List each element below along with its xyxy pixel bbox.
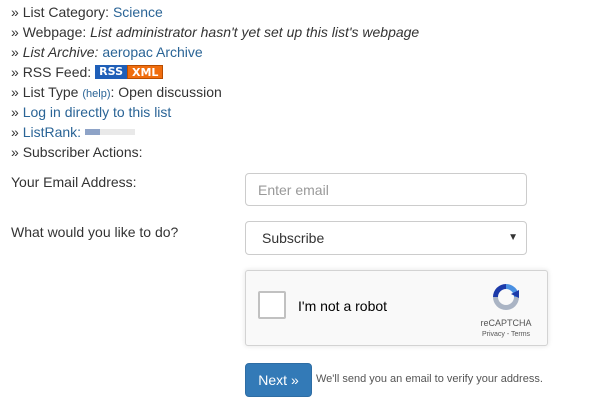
list-type-row: » List Type (help): Open discussion bbox=[11, 82, 601, 102]
list-type-colon: : bbox=[110, 84, 115, 100]
webpage-label: Webpage: bbox=[22, 24, 87, 40]
archive-label: List Archive: bbox=[22, 44, 99, 60]
category-row: » List Category: Science bbox=[11, 2, 601, 22]
bullet: » bbox=[11, 44, 19, 60]
subscriber-actions-label: Subscriber Actions: bbox=[22, 144, 143, 160]
verify-note: We'll send you an email to verify your a… bbox=[316, 373, 543, 385]
webpage-row: » Webpage: List administrator hasn't yet… bbox=[11, 22, 601, 42]
action-label: What would you like to do? bbox=[11, 224, 179, 240]
rss-row: » RSS Feed: RSS XML bbox=[11, 62, 601, 82]
recaptcha-widget: I'm not a robot reCAPTCHA Privacy - Term… bbox=[245, 270, 548, 346]
bullet: » bbox=[11, 104, 19, 120]
list-type-label: List Type bbox=[22, 84, 79, 100]
login-link[interactable]: Log in directly to this list bbox=[23, 104, 172, 120]
bullet: » bbox=[11, 4, 19, 20]
bullet: » bbox=[11, 24, 19, 40]
bullet: » bbox=[11, 64, 19, 80]
subscriber-actions-row: » Subscriber Actions: bbox=[11, 142, 601, 162]
xml-feed-badge[interactable]: XML bbox=[127, 64, 164, 79]
recaptcha-logo-icon bbox=[493, 284, 519, 310]
category-link[interactable]: Science bbox=[113, 4, 163, 20]
action-selected-value: Subscribe bbox=[262, 230, 325, 246]
listrank-link[interactable]: ListRank: bbox=[23, 124, 81, 140]
listrank-bar bbox=[85, 129, 136, 136]
rss-label: RSS Feed: bbox=[22, 64, 92, 80]
email-input[interactable] bbox=[245, 173, 527, 206]
bullet: » bbox=[11, 124, 19, 140]
recaptcha-label: I'm not a robot bbox=[298, 298, 388, 314]
archive-row: » List Archive: aeropac Archive bbox=[11, 42, 601, 62]
recaptcha-brand: reCAPTCHA bbox=[480, 318, 532, 328]
bullet: » bbox=[11, 84, 19, 100]
next-button[interactable]: Next » bbox=[245, 363, 312, 397]
login-row: » Log in directly to this list bbox=[11, 102, 601, 122]
recaptcha-terms-link[interactable]: Privacy - Terms bbox=[468, 331, 544, 338]
help-link[interactable]: (help) bbox=[82, 88, 110, 100]
email-label: Your Email Address: bbox=[11, 174, 137, 190]
listrank-fill bbox=[85, 129, 101, 136]
rss-feed-badge[interactable]: RSS bbox=[95, 64, 127, 79]
recaptcha-checkbox[interactable] bbox=[258, 291, 286, 319]
bullet: » bbox=[11, 144, 19, 160]
listrank-row: » ListRank: bbox=[11, 122, 601, 142]
list-info: » List Category: Science » Webpage: List… bbox=[11, 2, 601, 162]
list-type-value: Open discussion bbox=[118, 84, 222, 100]
webpage-value: List administrator hasn't yet set up thi… bbox=[90, 24, 420, 40]
chevron-down-icon: ▼ bbox=[508, 232, 518, 243]
archive-link[interactable]: aeropac Archive bbox=[102, 44, 202, 60]
category-label: List Category: bbox=[22, 4, 110, 20]
action-select[interactable]: Subscribe ▼ bbox=[245, 221, 527, 255]
